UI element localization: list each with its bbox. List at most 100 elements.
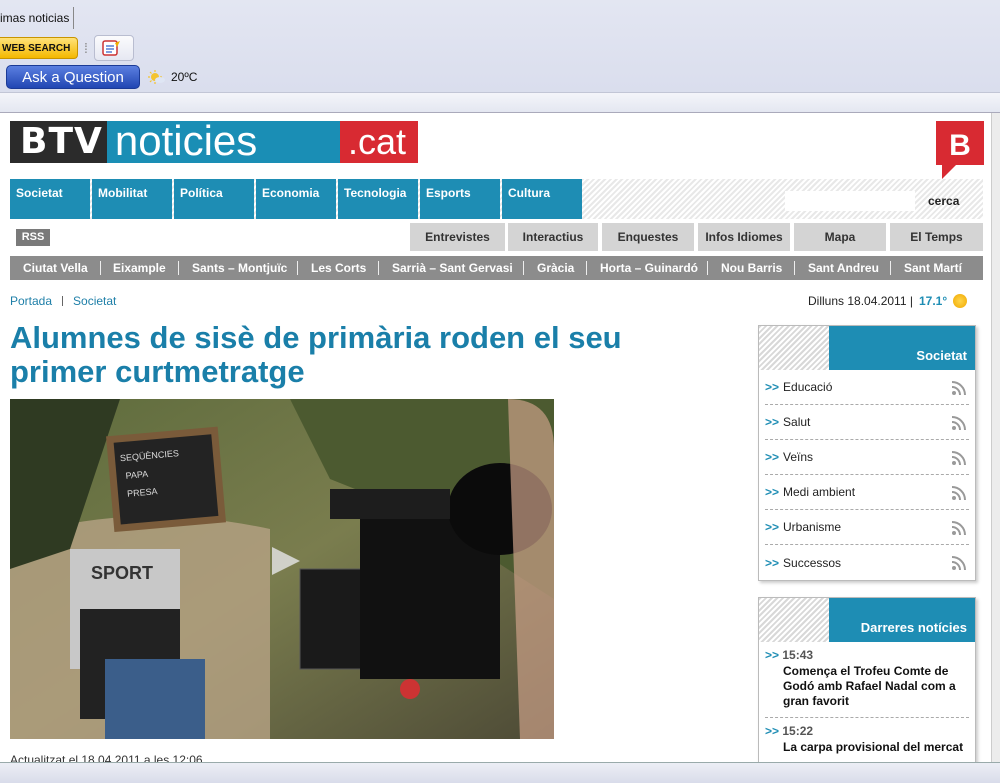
district-sarria-sant-gervasi[interactable]: Sarrià – Sant Gervasi	[392, 256, 513, 280]
tab-label[interactable]: imas noticias	[0, 11, 69, 25]
address-bar-strip	[0, 92, 1000, 112]
arrow-icon: >>	[765, 724, 780, 738]
site-logo[interactable]: BTV noticies .cat	[10, 120, 418, 163]
breadcrumb: Portada Societat	[10, 294, 116, 308]
toolbar-grip-icon[interactable]: ⁞	[84, 40, 88, 56]
district-nou-barris[interactable]: Nou Barris	[721, 256, 782, 280]
news-time-value: 15:43	[782, 648, 814, 662]
shirt-text: SPORT	[91, 563, 153, 583]
sidebar-item-label: Veïns	[783, 450, 814, 464]
sidebar-item-educacio[interactable]: >> Educació	[765, 370, 969, 405]
web-page: BTV noticies .cat B Societat Mobilitat P…	[0, 113, 992, 762]
news-time: >> 15:43	[765, 648, 969, 662]
sidebar-item-successos[interactable]: >> Successos	[765, 545, 969, 580]
breadcrumb-home[interactable]: Portada	[10, 294, 52, 308]
sidebar-item-medi-ambient[interactable]: >> Medi ambient	[765, 475, 969, 510]
nav-esports[interactable]: Esports	[420, 179, 500, 219]
rss-feed-icon[interactable]	[951, 555, 967, 571]
rss-feed-icon[interactable]	[951, 415, 967, 431]
arrow-icon: >>	[765, 450, 780, 464]
district-separator	[378, 261, 379, 275]
district-separator	[707, 261, 708, 275]
header-hatch	[759, 326, 829, 370]
dateline: Dilluns 18.04.2011 | 17.1°	[808, 294, 968, 308]
arrow-icon: >>	[765, 485, 780, 499]
district-ciutat-vella[interactable]: Ciutat Vella	[23, 256, 88, 280]
subnav-el-temps[interactable]: El Temps	[890, 223, 983, 251]
b-channel-logo[interactable]: B	[936, 121, 984, 179]
logo-noticies: noticies	[106, 120, 340, 163]
breadcrumb-section[interactable]: Societat	[73, 294, 116, 308]
subnav-mapa[interactable]: Mapa	[794, 223, 886, 251]
sidebar-item-label: Successos	[783, 555, 842, 570]
search-input[interactable]	[785, 191, 915, 211]
district-sants-montjuic[interactable]: Sants – Montjuïc	[192, 256, 287, 280]
news-item[interactable]: >> 15:43 Comença el Trofeu Comte de Godó…	[765, 642, 969, 718]
district-gracia[interactable]: Gràcia	[537, 256, 574, 280]
district-separator	[586, 261, 587, 275]
sidebar-societat: Societat >> Educació >> Salut >> Veïns >…	[758, 325, 976, 581]
browser-toolbar: imas noticias WEB SEARCH ⁞ Ask a Questio…	[0, 0, 1000, 112]
b-logo-letter: B	[949, 129, 971, 162]
sidebar-item-salut[interactable]: >> Salut	[765, 405, 969, 440]
search-button[interactable]: cerca	[928, 194, 959, 208]
sidebar-news-title[interactable]: Darreres notícies	[861, 620, 967, 635]
tab-separator	[73, 7, 75, 29]
rss-feed-icon[interactable]	[951, 520, 967, 536]
rss-feed-icon[interactable]	[951, 485, 967, 501]
news-time: >> 15:22	[765, 724, 969, 738]
district-separator	[794, 261, 795, 275]
news-item[interactable]: >> 15:22 La carpa provisional del mercat	[765, 718, 969, 762]
header-hatch	[759, 598, 829, 642]
arrow-icon: >>	[765, 520, 780, 534]
district-separator	[100, 261, 101, 275]
rss-button[interactable]: RSS	[16, 229, 50, 246]
subnav-entrevistes[interactable]: Entrevistes	[410, 223, 505, 251]
news-title[interactable]: Comença el Trofeu Comte de Godó amb Rafa…	[783, 664, 969, 709]
sidebar-item-label: Urbanisme	[783, 520, 842, 534]
toolbar-tool-button[interactable]	[93, 35, 134, 61]
logo-cat: .cat	[339, 121, 418, 163]
sidebar-societat-title[interactable]: Societat	[916, 348, 967, 363]
subnav-enquestes[interactable]: Enquestes	[602, 223, 694, 251]
district-eixample[interactable]: Eixample	[113, 256, 166, 280]
toolbar-weather[interactable]: 20ºC	[148, 70, 197, 84]
nav-cultura[interactable]: Cultura	[502, 179, 582, 219]
nav-tecnologia[interactable]: Tecnologia	[338, 179, 418, 219]
nav-economia[interactable]: Economia	[256, 179, 336, 219]
district-separator	[890, 261, 891, 275]
rss-feed-icon[interactable]	[951, 450, 967, 466]
sidebar-latest-news: Darreres notícies >> 15:43 Comença el Tr…	[758, 597, 976, 762]
sidebar-item-veins[interactable]: >> Veïns	[765, 440, 969, 475]
district-sant-andreu[interactable]: Sant Andreu	[808, 256, 879, 280]
nav-politica[interactable]: Política	[174, 179, 254, 219]
breadcrumb-separator	[62, 296, 64, 306]
video-player[interactable]: SPORT SEQÜÈNCIES PAPA PRESA	[10, 399, 554, 739]
sidebar-societat-header: Societat	[759, 326, 975, 370]
news-title[interactable]: La carpa provisional del mercat	[783, 740, 969, 755]
arrow-icon: >>	[765, 648, 780, 662]
tab-strip: imas noticias	[0, 6, 75, 30]
page-scrollbar[interactable]	[992, 113, 1000, 762]
nav-mobilitat[interactable]: Mobilitat	[92, 179, 172, 219]
sidebar-item-urbanisme[interactable]: >> Urbanisme	[765, 510, 969, 545]
web-search-row: WEB SEARCH ⁞	[0, 34, 134, 62]
sun-cloud-icon	[148, 70, 165, 84]
arrow-icon: >>	[765, 415, 780, 429]
subnav-infos-idiomes[interactable]: Infos Idiomes	[698, 223, 790, 251]
district-separator	[178, 261, 179, 275]
rss-feed-icon[interactable]	[951, 380, 967, 396]
ask-question-button[interactable]: Ask a Question	[6, 65, 140, 89]
districts-bar: Ciutat Vella Eixample Sants – Montjuïc L…	[10, 256, 983, 280]
current-temperature[interactable]: 17.1°	[919, 294, 947, 308]
district-sant-marti[interactable]: Sant Martí	[904, 256, 962, 280]
district-les-corts[interactable]: Les Corts	[311, 256, 366, 280]
current-date: Dilluns 18.04.2011 |	[808, 294, 913, 308]
nav-societat[interactable]: Societat	[10, 179, 90, 219]
arrow-icon: >>	[765, 555, 780, 570]
subnav-interactius[interactable]: Interactius	[508, 223, 598, 251]
web-search-button[interactable]: WEB SEARCH	[0, 37, 78, 59]
district-horta-guinardo[interactable]: Horta – Guinardó	[600, 256, 698, 280]
sub-nav: RSS Entrevistes Interactius Enquestes In…	[10, 223, 983, 251]
district-separator	[297, 261, 298, 275]
